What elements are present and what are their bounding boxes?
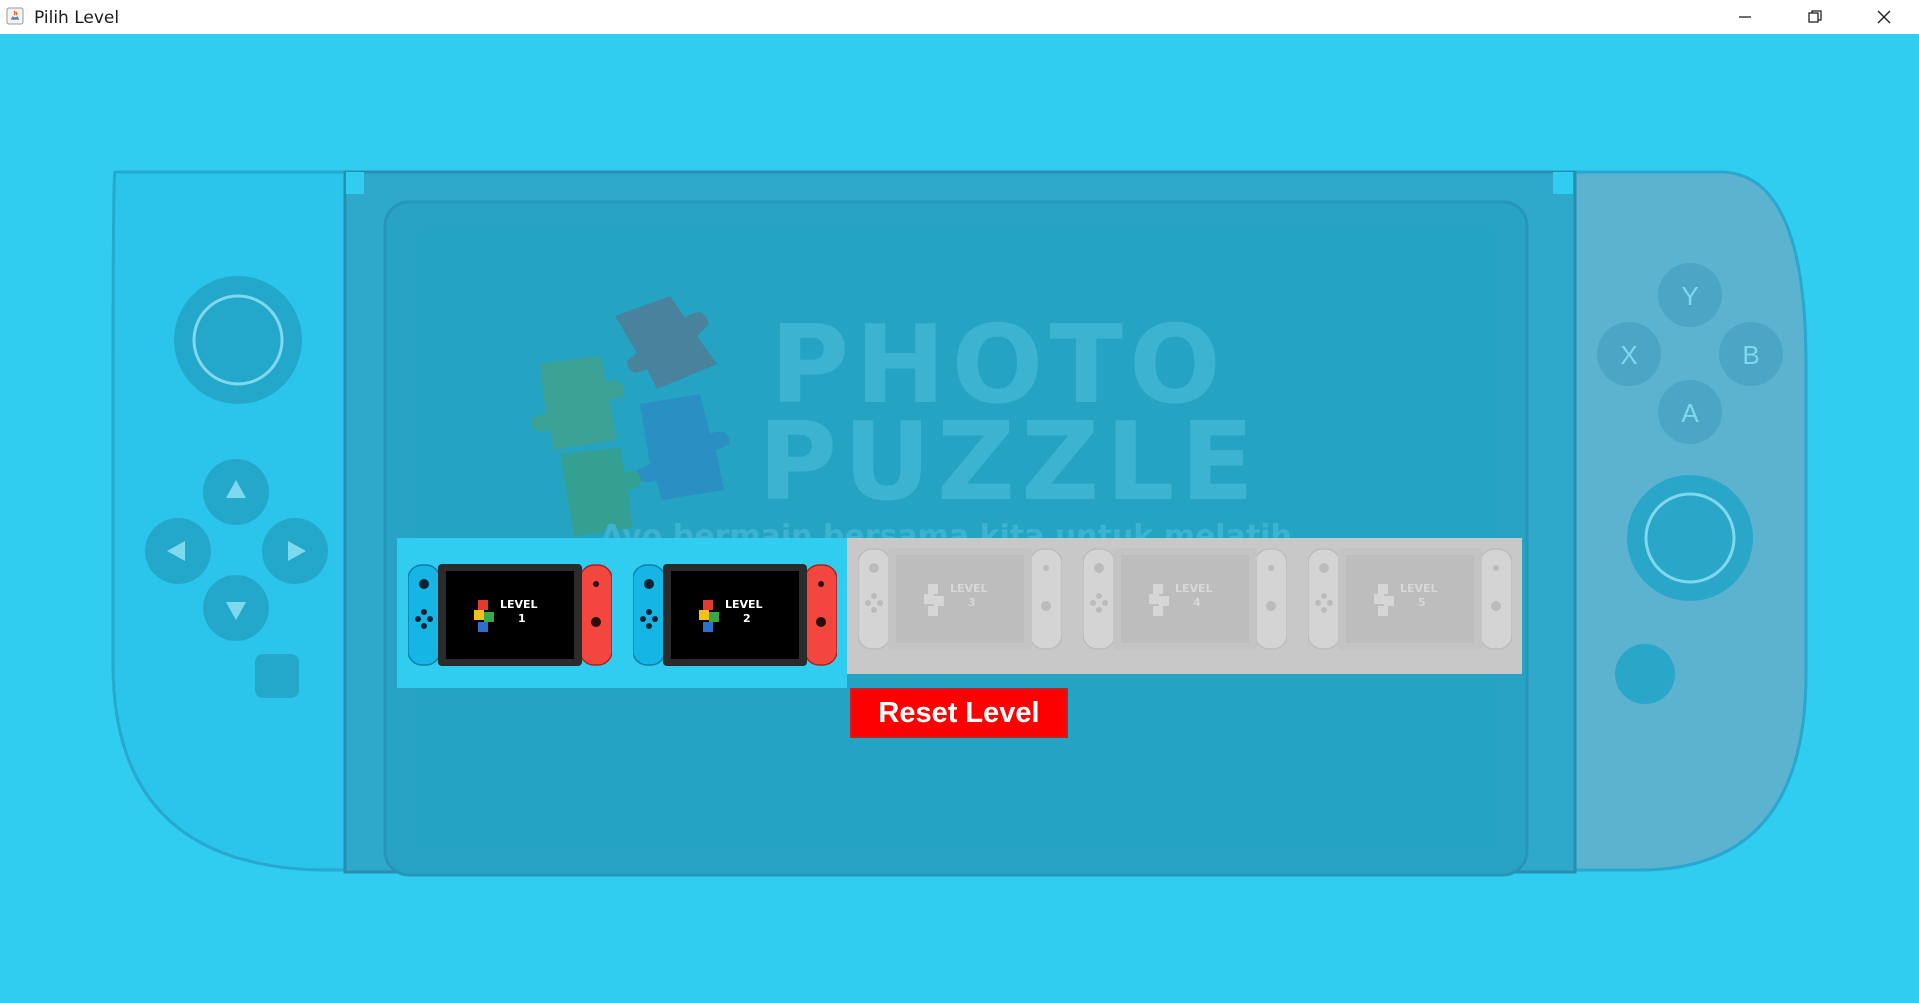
- level-5-button[interactable]: LEVEL 5: [1307, 548, 1513, 650]
- level-number: 2: [743, 612, 751, 625]
- minimize-button[interactable]: [1710, 0, 1780, 34]
- switch-console-icon: [1082, 548, 1288, 650]
- switch-console-icon: [857, 548, 1063, 650]
- capture-button: [255, 654, 299, 698]
- level-number: 4: [1193, 596, 1201, 609]
- level-label: LEVEL: [950, 582, 988, 595]
- level-label: LEVEL: [500, 598, 538, 611]
- switch-console-icon: [1307, 548, 1513, 650]
- home-button: [1615, 644, 1675, 704]
- level-1-button[interactable]: LEVEL 1: [407, 564, 613, 666]
- restore-icon: [1808, 10, 1822, 23]
- level-number: 5: [1418, 596, 1426, 609]
- level-number: 3: [968, 596, 976, 609]
- level-label: LEVEL: [1175, 582, 1213, 595]
- b-label: B: [1742, 340, 1759, 370]
- level-number: 1: [518, 612, 526, 625]
- window-titlebar: Pilih Level: [0, 0, 1919, 34]
- level-label: LEVEL: [725, 598, 763, 611]
- level-3-button[interactable]: LEVEL 3: [857, 548, 1063, 650]
- minimize-icon: [1739, 16, 1751, 18]
- x-label: X: [1620, 340, 1637, 370]
- title-puzzle: PUZZLE: [758, 400, 1261, 525]
- window-title: Pilih Level: [34, 8, 120, 28]
- restore-button[interactable]: [1780, 0, 1850, 34]
- level-2-button[interactable]: LEVEL 2: [632, 564, 838, 666]
- close-button[interactable]: [1849, 0, 1919, 34]
- level-4-button[interactable]: LEVEL 4: [1082, 548, 1288, 650]
- game-stage: Y X B A PHOTO PUZZLE Ayo bermain bersama…: [0, 34, 1919, 1003]
- java-app-icon: [6, 7, 24, 25]
- reset-level-button[interactable]: Reset Level: [850, 688, 1068, 738]
- close-icon: [1877, 10, 1891, 24]
- switch-console-icon: [632, 564, 838, 666]
- a-label: A: [1681, 398, 1699, 428]
- level-label: LEVEL: [1400, 582, 1438, 595]
- y-label: Y: [1681, 281, 1698, 311]
- switch-console-icon: [407, 564, 613, 666]
